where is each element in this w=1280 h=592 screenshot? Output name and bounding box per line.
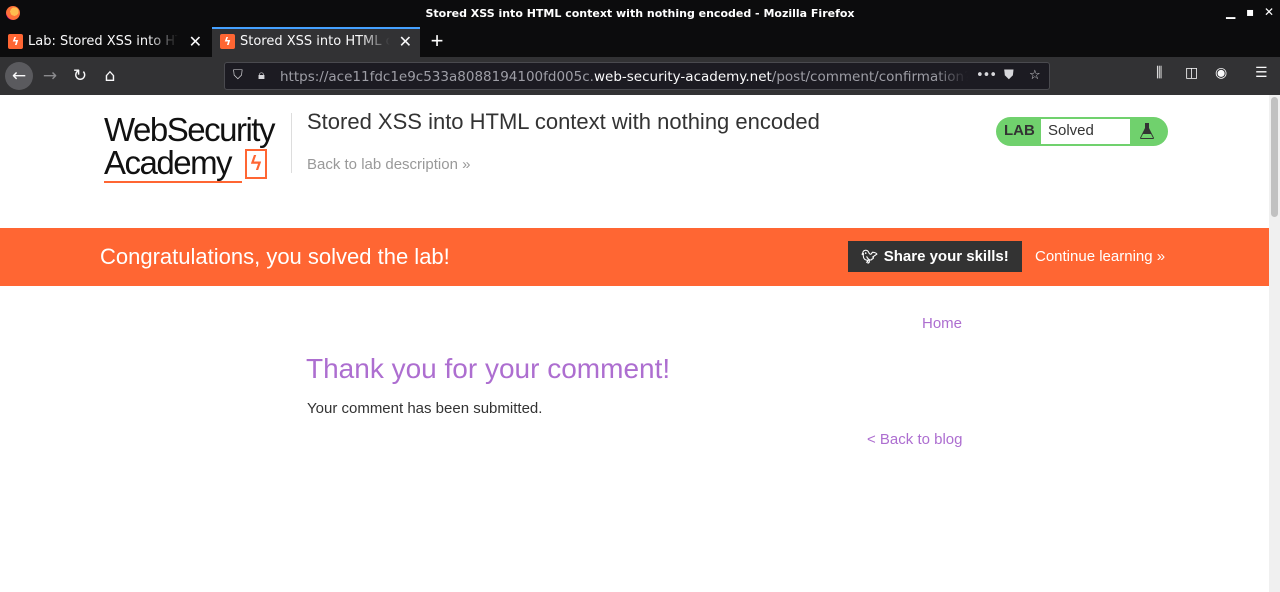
new-tab-icon[interactable]: + [426, 27, 448, 57]
pocket-icon[interactable]: ⛊ [1004, 68, 1014, 83]
portswigger-favicon-icon: ϟ [8, 34, 23, 49]
congratulations-banner: Congratulations, you solved the lab! 🐦︎ S… [0, 228, 1269, 286]
library-icon[interactable]: ⫼ [1156, 65, 1162, 81]
reload-icon[interactable]: ↻ [67, 64, 93, 88]
url-host: web-security-academy.net [593, 69, 772, 85]
scrollbar-thumb[interactable] [1271, 97, 1278, 217]
twitter-bird-icon: 🐦︎ [861, 249, 878, 264]
lab-status-badge: LAB Solved [996, 117, 1168, 146]
web-security-academy-logo[interactable]: WebSecurity Academy ϟ [104, 111, 275, 183]
submission-message: Your comment has been submitted. [307, 400, 543, 417]
tracking-shield-icon[interactable]: ⛉ [233, 68, 243, 83]
logo-underline [104, 181, 242, 183]
close-window-icon[interactable]: ✕ [1264, 5, 1274, 19]
tab-label: Lab: Stored XSS into HTML context with n… [28, 34, 178, 49]
status-box: Solved [1041, 119, 1130, 144]
lock-icon[interactable]: 🔒︎ [258, 68, 265, 83]
lightning-bolt-icon: ϟ [245, 149, 267, 179]
back-arrow-icon[interactable]: ← [5, 62, 33, 90]
sidebar-icon[interactable]: ◫ [1185, 65, 1198, 81]
tab-strip: ϟ Lab: Stored XSS into HTML context with… [0, 27, 1280, 57]
tab-close-icon[interactable]: ✕ [399, 29, 412, 55]
flask-icon [1140, 123, 1154, 139]
url-prefix: https://ace11fdc1e9c533a8088194100fd005c… [280, 69, 594, 85]
hamburger-menu-icon[interactable]: ☰ [1255, 65, 1268, 81]
tab-current-lab[interactable]: ϟ Stored XSS into HTML context with noth… [212, 27, 420, 57]
home-link[interactable]: Home [922, 315, 962, 332]
navigation-toolbar: ← → ↻ ⌂ ⛉ 🔒︎ https://ace11fdc1e9c533a808… [0, 57, 1280, 95]
maximize-icon[interactable]: ▪ [1246, 5, 1254, 19]
share-skills-label: Share your skills! [883, 248, 1009, 265]
page-heading: Thank you for your comment! [306, 353, 671, 384]
tab-label: Stored XSS into HTML context with nothin… [240, 34, 390, 49]
forward-arrow-icon[interactable]: → [37, 64, 63, 88]
home-icon[interactable]: ⌂ [97, 64, 123, 88]
continue-learning-link[interactable]: Continue learning » [1035, 248, 1165, 265]
header-divider [291, 113, 292, 173]
page-scrollbar[interactable] [1269, 95, 1280, 592]
logo-line-1: WebSecurity [104, 111, 275, 148]
account-icon[interactable]: ◉ [1215, 65, 1227, 81]
lab-label: LAB [1004, 122, 1035, 139]
url-path: /post/comment/confirmation?postId=1 [771, 69, 968, 85]
window-titlebar: Stored XSS into HTML context with nothin… [0, 0, 1280, 27]
url-text[interactable]: https://ace11fdc1e9c533a8088194100fd005c… [280, 69, 968, 85]
lab-title: Stored XSS into HTML context with nothin… [307, 109, 820, 134]
address-bar[interactable]: ⛉ 🔒︎ https://ace11fdc1e9c533a8088194100f… [224, 62, 1050, 90]
bookmark-star-icon[interactable]: ☆ [1029, 68, 1041, 83]
portswigger-favicon-icon: ϟ [220, 34, 235, 49]
page-content: WebSecurity Academy ϟ Stored XSS into HT… [0, 95, 1269, 592]
window-title: Stored XSS into HTML context with nothin… [425, 7, 855, 20]
share-skills-button[interactable]: 🐦︎ Share your skills! [848, 241, 1022, 272]
more-dots-icon[interactable]: ••• [976, 68, 997, 83]
lab-status-text: Solved [1048, 122, 1094, 139]
back-to-lab-description-link[interactable]: Back to lab description » [307, 156, 470, 173]
tab-close-icon[interactable]: ✕ [189, 27, 202, 57]
congratulations-message: Congratulations, you solved the lab! [100, 244, 450, 269]
tab-lab-description[interactable]: ϟ Lab: Stored XSS into HTML context with… [0, 27, 210, 57]
minimize-icon[interactable]: ▁ [1226, 5, 1235, 19]
back-to-blog-link[interactable]: < Back to blog [867, 431, 962, 448]
